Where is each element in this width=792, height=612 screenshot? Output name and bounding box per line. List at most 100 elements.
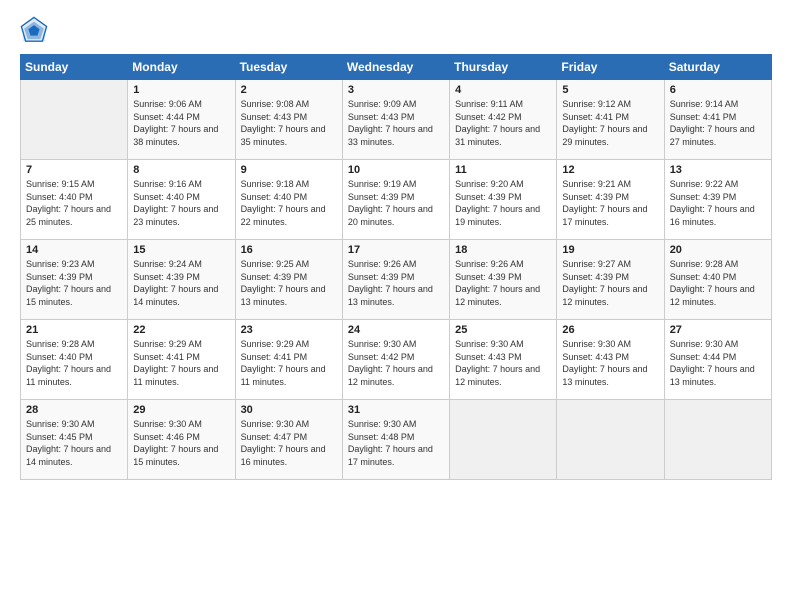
day-number: 28 bbox=[26, 404, 122, 416]
day-number: 9 bbox=[241, 164, 337, 176]
calendar-cell: 10Sunrise: 9:19 AMSunset: 4:39 PMDayligh… bbox=[342, 160, 449, 240]
cell-info: Sunrise: 9:30 AMSunset: 4:43 PMDaylight:… bbox=[562, 338, 658, 388]
calendar-cell: 1 Sunrise: 9:06 AMSunset: 4:44 PMDaylight… bbox=[128, 80, 235, 160]
calendar-cell: 28 Sunrise: 9:30 AMSunset: 4:45 PMDayligh… bbox=[21, 400, 128, 480]
cell-info: Sunrise: 9:28 AMSunset: 4:40 PMDaylight:… bbox=[670, 258, 766, 308]
calendar-week-row: 28 Sunrise: 9:30 AMSunset: 4:45 PMDayligh… bbox=[21, 400, 772, 480]
cell-info: Sunrise: 9:08 AMSunset: 4:43 PMDaylight:… bbox=[241, 98, 337, 148]
calendar-cell: 2 Sunrise: 9:08 AMSunset: 4:43 PMDaylight… bbox=[235, 80, 342, 160]
day-number: 19 bbox=[562, 244, 658, 256]
day-number: 6 bbox=[670, 84, 766, 96]
calendar-cell: 18 Sunrise: 9:26 AMSunset: 4:39 PMDayligh… bbox=[450, 240, 557, 320]
calendar-week-row: 21 Sunrise: 9:28 AMSunset: 4:40 PMDayligh… bbox=[21, 320, 772, 400]
weekday-header: Friday bbox=[557, 55, 664, 80]
day-number: 1 bbox=[133, 84, 229, 96]
cell-info: Sunrise: 9:21 AMSunset: 4:39 PMDaylight:… bbox=[562, 178, 658, 228]
calendar-cell: 19 Sunrise: 9:27 AMSunset: 4:39 PMDayligh… bbox=[557, 240, 664, 320]
day-number: 22 bbox=[133, 324, 229, 336]
weekday-header: Thursday bbox=[450, 55, 557, 80]
calendar-cell: 31Sunrise: 9:30 AMSunset: 4:48 PMDayligh… bbox=[342, 400, 449, 480]
day-number: 18 bbox=[455, 244, 551, 256]
day-number: 7 bbox=[26, 164, 122, 176]
cell-info: Sunrise: 9:24 AMSunset: 4:39 PMDaylight:… bbox=[133, 258, 229, 308]
page-header bbox=[20, 16, 772, 44]
calendar-week-row: 1 Sunrise: 9:06 AMSunset: 4:44 PMDaylight… bbox=[21, 80, 772, 160]
cell-info: Sunrise: 9:26 AMSunset: 4:39 PMDaylight:… bbox=[455, 258, 551, 308]
calendar-cell: 20 Sunrise: 9:28 AMSunset: 4:40 PMDayligh… bbox=[664, 240, 771, 320]
calendar-cell: 15 Sunrise: 9:24 AMSunset: 4:39 PMDayligh… bbox=[128, 240, 235, 320]
cell-info: Sunrise: 9:29 AMSunset: 4:41 PMDaylight:… bbox=[241, 338, 337, 388]
cell-info: Sunrise: 9:29 AMSunset: 4:41 PMDaylight:… bbox=[133, 338, 229, 388]
cell-info: Sunrise: 9:30 AMSunset: 4:45 PMDaylight:… bbox=[26, 418, 122, 468]
calendar-table: SundayMondayTuesdayWednesdayThursdayFrid… bbox=[20, 54, 772, 480]
cell-info: Sunrise: 9:12 AMSunset: 4:41 PMDaylight:… bbox=[562, 98, 658, 148]
weekday-header: Tuesday bbox=[235, 55, 342, 80]
calendar-cell: 27Sunrise: 9:30 AMSunset: 4:44 PMDayligh… bbox=[664, 320, 771, 400]
calendar-cell: 14 Sunrise: 9:23 AMSunset: 4:39 PMDayligh… bbox=[21, 240, 128, 320]
cell-info: Sunrise: 9:23 AMSunset: 4:39 PMDaylight:… bbox=[26, 258, 122, 308]
day-number: 5 bbox=[562, 84, 658, 96]
cell-info: Sunrise: 9:22 AMSunset: 4:39 PMDaylight:… bbox=[670, 178, 766, 228]
day-number: 12 bbox=[562, 164, 658, 176]
cell-info: Sunrise: 9:30 AMSunset: 4:43 PMDaylight:… bbox=[455, 338, 551, 388]
calendar-header-row: SundayMondayTuesdayWednesdayThursdayFrid… bbox=[21, 55, 772, 80]
calendar-week-row: 7 Sunrise: 9:15 AMSunset: 4:40 PMDaylight… bbox=[21, 160, 772, 240]
cell-info: Sunrise: 9:30 AMSunset: 4:44 PMDaylight:… bbox=[670, 338, 766, 388]
day-number: 20 bbox=[670, 244, 766, 256]
cell-info: Sunrise: 9:28 AMSunset: 4:40 PMDaylight:… bbox=[26, 338, 122, 388]
calendar-cell bbox=[450, 400, 557, 480]
cell-info: Sunrise: 9:18 AMSunset: 4:40 PMDaylight:… bbox=[241, 178, 337, 228]
day-number: 29 bbox=[133, 404, 229, 416]
day-number: 17 bbox=[348, 244, 444, 256]
cell-info: Sunrise: 9:30 AMSunset: 4:48 PMDaylight:… bbox=[348, 418, 444, 468]
cell-info: Sunrise: 9:26 AMSunset: 4:39 PMDaylight:… bbox=[348, 258, 444, 308]
calendar-cell: 11 Sunrise: 9:20 AMSunset: 4:39 PMDayligh… bbox=[450, 160, 557, 240]
cell-info: Sunrise: 9:15 AMSunset: 4:40 PMDaylight:… bbox=[26, 178, 122, 228]
calendar-cell: 5 Sunrise: 9:12 AMSunset: 4:41 PMDaylight… bbox=[557, 80, 664, 160]
calendar-cell: 22 Sunrise: 9:29 AMSunset: 4:41 PMDayligh… bbox=[128, 320, 235, 400]
calendar-cell: 29 Sunrise: 9:30 AMSunset: 4:46 PMDayligh… bbox=[128, 400, 235, 480]
calendar-cell bbox=[664, 400, 771, 480]
day-number: 25 bbox=[455, 324, 551, 336]
calendar-cell: 13Sunrise: 9:22 AMSunset: 4:39 PMDayligh… bbox=[664, 160, 771, 240]
day-number: 2 bbox=[241, 84, 337, 96]
calendar-cell: 3 Sunrise: 9:09 AMSunset: 4:43 PMDaylight… bbox=[342, 80, 449, 160]
calendar-cell: 25 Sunrise: 9:30 AMSunset: 4:43 PMDayligh… bbox=[450, 320, 557, 400]
day-number: 15 bbox=[133, 244, 229, 256]
logo-icon bbox=[20, 16, 48, 44]
day-number: 10 bbox=[348, 164, 444, 176]
cell-info: Sunrise: 9:14 AMSunset: 4:41 PMDaylight:… bbox=[670, 98, 766, 148]
calendar-cell: 9 Sunrise: 9:18 AMSunset: 4:40 PMDaylight… bbox=[235, 160, 342, 240]
day-number: 30 bbox=[241, 404, 337, 416]
calendar-cell: 17 Sunrise: 9:26 AMSunset: 4:39 PMDayligh… bbox=[342, 240, 449, 320]
calendar-cell: 16 Sunrise: 9:25 AMSunset: 4:39 PMDayligh… bbox=[235, 240, 342, 320]
cell-info: Sunrise: 9:06 AMSunset: 4:44 PMDaylight:… bbox=[133, 98, 229, 148]
cell-info: Sunrise: 9:30 AMSunset: 4:42 PMDaylight:… bbox=[348, 338, 444, 388]
weekday-header: Monday bbox=[128, 55, 235, 80]
calendar-cell: 8Sunrise: 9:16 AMSunset: 4:40 PMDaylight… bbox=[128, 160, 235, 240]
cell-info: Sunrise: 9:20 AMSunset: 4:39 PMDaylight:… bbox=[455, 178, 551, 228]
cell-info: Sunrise: 9:11 AMSunset: 4:42 PMDaylight:… bbox=[455, 98, 551, 148]
cell-info: Sunrise: 9:30 AMSunset: 4:46 PMDaylight:… bbox=[133, 418, 229, 468]
calendar-cell: 26 Sunrise: 9:30 AMSunset: 4:43 PMDayligh… bbox=[557, 320, 664, 400]
day-number: 16 bbox=[241, 244, 337, 256]
calendar-cell: 4 Sunrise: 9:11 AMSunset: 4:42 PMDaylight… bbox=[450, 80, 557, 160]
calendar-cell: 6 Sunrise: 9:14 AMSunset: 4:41 PMDaylight… bbox=[664, 80, 771, 160]
calendar-cell: 21 Sunrise: 9:28 AMSunset: 4:40 PMDayligh… bbox=[21, 320, 128, 400]
day-number: 14 bbox=[26, 244, 122, 256]
day-number: 26 bbox=[562, 324, 658, 336]
cell-info: Sunrise: 9:27 AMSunset: 4:39 PMDaylight:… bbox=[562, 258, 658, 308]
calendar-cell bbox=[21, 80, 128, 160]
day-number: 4 bbox=[455, 84, 551, 96]
day-number: 21 bbox=[26, 324, 122, 336]
calendar-cell: 30Sunrise: 9:30 AMSunset: 4:47 PMDayligh… bbox=[235, 400, 342, 480]
cell-info: Sunrise: 9:09 AMSunset: 4:43 PMDaylight:… bbox=[348, 98, 444, 148]
day-number: 11 bbox=[455, 164, 551, 176]
day-number: 23 bbox=[241, 324, 337, 336]
calendar-week-row: 14 Sunrise: 9:23 AMSunset: 4:39 PMDayligh… bbox=[21, 240, 772, 320]
cell-info: Sunrise: 9:25 AMSunset: 4:39 PMDaylight:… bbox=[241, 258, 337, 308]
day-number: 3 bbox=[348, 84, 444, 96]
calendar-cell bbox=[557, 400, 664, 480]
cell-info: Sunrise: 9:16 AMSunset: 4:40 PMDaylight:… bbox=[133, 178, 229, 228]
weekday-header: Sunday bbox=[21, 55, 128, 80]
